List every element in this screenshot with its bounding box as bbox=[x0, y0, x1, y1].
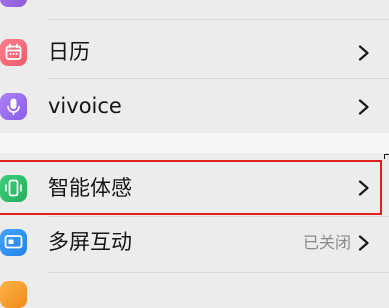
settings-row-calendar[interactable]: 日历 bbox=[0, 20, 389, 78]
screen-cast-icon bbox=[0, 229, 27, 256]
calendar-icon bbox=[0, 39, 27, 66]
settings-row-label: 日历 bbox=[48, 40, 90, 64]
section-gap bbox=[0, 133, 389, 153]
settings-row-label: 多屏互动 bbox=[48, 230, 132, 254]
highlight-box bbox=[0, 160, 382, 215]
settings-row-label: vivoice bbox=[48, 94, 122, 118]
chevron-right-icon bbox=[358, 99, 370, 115]
status-text: 已关闭 bbox=[303, 233, 352, 252]
photo-icon bbox=[0, 0, 27, 7]
corner-marker bbox=[384, 154, 389, 159]
chevron-right-icon bbox=[358, 235, 370, 251]
settings-row-label: 相册 bbox=[48, 0, 90, 1]
settings-row-vivoice[interactable]: vivoice bbox=[0, 79, 389, 133]
app-icon bbox=[0, 281, 27, 308]
settings-row-multi-screen[interactable]: 多屏互动 已关闭 bbox=[0, 217, 389, 271]
settings-row-next[interactable] bbox=[0, 273, 389, 308]
microphone-icon bbox=[0, 93, 27, 120]
settings-row-album[interactable]: 相册 bbox=[0, 0, 389, 18]
chevron-right-icon bbox=[358, 45, 370, 61]
